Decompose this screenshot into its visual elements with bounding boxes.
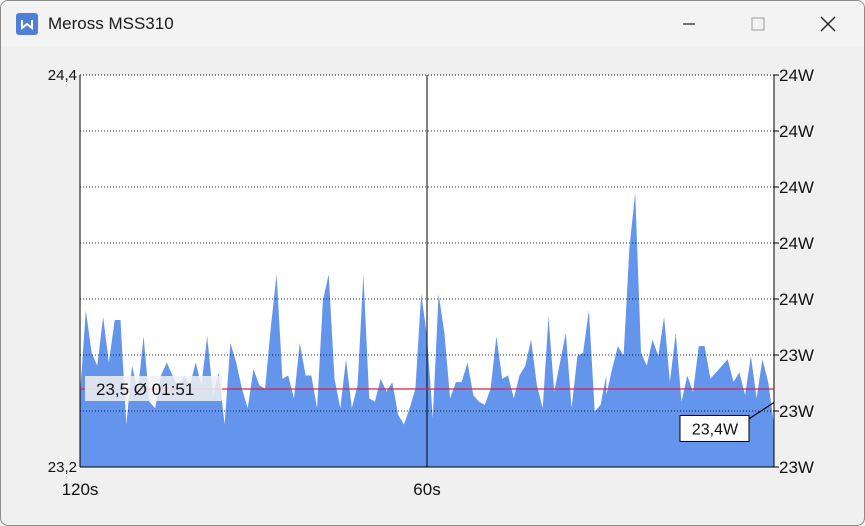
average-label: 23,5 Ø 01:51 [96, 380, 194, 399]
right-tick-label: 24W [779, 66, 814, 85]
right-tick-label: 23W [779, 402, 814, 421]
close-icon [820, 16, 836, 32]
minimize-button[interactable] [655, 1, 725, 47]
left-axis-min-label: 23,2 [48, 459, 77, 476]
close-button[interactable] [794, 1, 864, 47]
right-tick-label: 24W [779, 122, 814, 141]
app-window: Meross MSS310 24W 24W 24W 24W 24W 23W 23W 23W 24… [0, 0, 865, 526]
current-value-label: 23,4W [692, 421, 739, 438]
chart-svg: 24W 24W 24W 24W 24W 23W 23W 23W 24,4 23,2 120s 60s 2… [48, 66, 814, 499]
right-tick-label: 23W [779, 458, 814, 477]
maximize-icon [751, 17, 765, 31]
right-tick-label: 24W [779, 178, 814, 197]
right-tick-label: 24W [779, 234, 814, 253]
right-tick-label: 24W [779, 290, 814, 309]
x-tick-label-120s: 120s [62, 480, 99, 499]
title-bar[interactable]: Meross MSS310 [1, 1, 864, 47]
right-tick-label: 23W [779, 346, 814, 365]
left-axis-max-label: 24,4 [48, 67, 77, 84]
power-chart: 24W 24W 24W 24W 24W 23W 23W 23W 24,4 23,2 120s 60s 2… [1, 47, 864, 525]
maximize-button[interactable] [724, 1, 794, 47]
window-title: Meross MSS310 [48, 14, 174, 33]
meross-logo-icon [16, 13, 38, 35]
minimize-icon [683, 23, 695, 25]
x-tick-label-60s: 60s [413, 480, 440, 499]
